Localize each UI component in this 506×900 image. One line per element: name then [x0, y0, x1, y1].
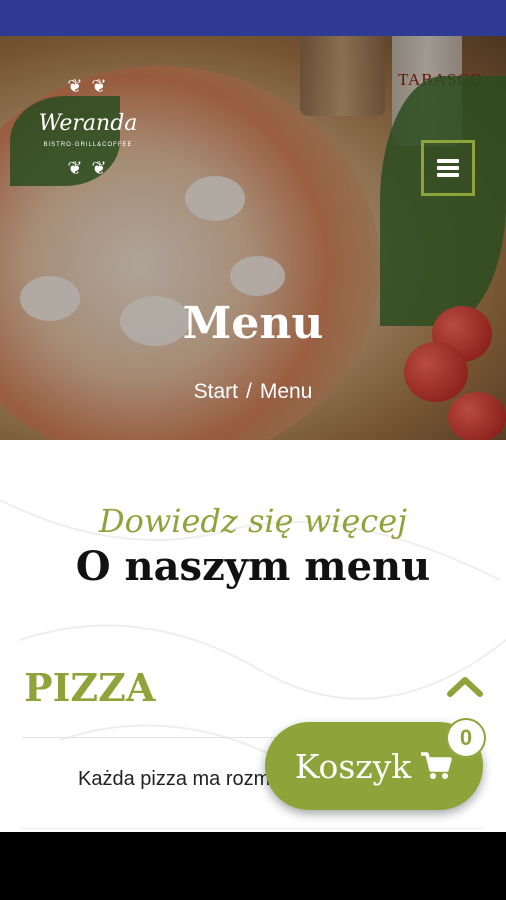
- section-title: O naszym menu: [75, 543, 431, 590]
- breadcrumb: Start / Menu: [0, 380, 506, 404]
- laurel-icon: ❦ ❦: [67, 158, 109, 178]
- accordion-title-pizza[interactable]: PIZZA: [24, 665, 155, 710]
- breadcrumb-current: Menu: [259, 380, 313, 403]
- laurel-icon: ❦ ❦: [67, 76, 109, 96]
- chevron-up-icon[interactable]: [446, 672, 484, 700]
- cart-label: Koszyk: [294, 746, 412, 786]
- hero-banner: TABASCO ❦ ❦ Weranda BISTRO·GRILL&COFFEE …: [0, 36, 506, 440]
- section-eyebrow: Dowiedz się więcej: [98, 502, 408, 540]
- hamburger-menu-button[interactable]: [421, 140, 475, 196]
- status-bar: [0, 0, 506, 36]
- breadcrumb-home-link[interactable]: Start: [194, 380, 238, 403]
- site-logo[interactable]: ❦ ❦ Weranda BISTRO·GRILL&COFFEE ❦ ❦: [33, 76, 143, 236]
- hamburger-menu-icon: [437, 156, 459, 180]
- shopping-cart-icon: [421, 752, 453, 779]
- accordion-divider: [22, 828, 482, 829]
- navigation-bar: [0, 832, 506, 900]
- logo-tagline: BISTRO·GRILL&COFFEE: [43, 142, 133, 148]
- cart-count-badge: 0: [446, 718, 486, 758]
- accordion-content-text: Każda pizza ma rozm: [78, 768, 271, 790]
- logo-brand-name: Weranda: [38, 111, 138, 136]
- breadcrumb-separator: /: [245, 380, 252, 403]
- page-title: Menu: [182, 298, 324, 349]
